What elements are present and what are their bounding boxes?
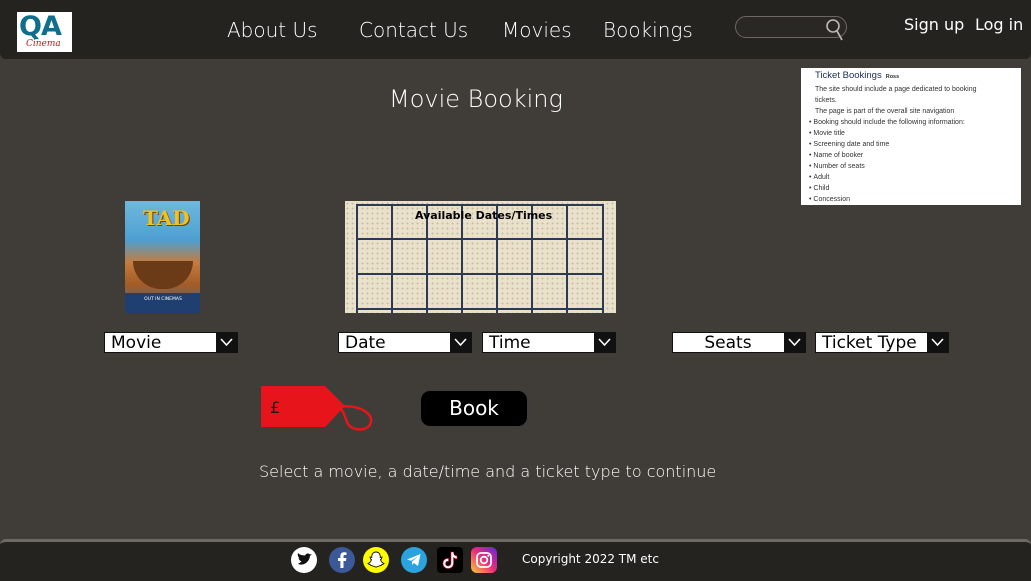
- note-bullet: • Movie title: [809, 130, 845, 137]
- qa-cinema-logo[interactable]: QA Cinema: [17, 11, 72, 52]
- seats-select[interactable]: Seats: [672, 332, 806, 353]
- note-bullet: • Name of booker: [809, 152, 864, 159]
- snapchat-icon[interactable]: [363, 547, 389, 573]
- price-display: £: [270, 398, 281, 417]
- poster-band: [125, 293, 200, 313]
- search-icon[interactable]: [824, 18, 844, 42]
- note-heading: Ticket Bookings Ross: [815, 70, 900, 81]
- ticket-type-select[interactable]: Ticket Type: [815, 332, 949, 353]
- footer-bar: [0, 539, 1031, 581]
- poster-caption: OUT IN CINEMAS: [144, 297, 182, 302]
- sign-up-link[interactable]: Sign up: [904, 15, 964, 34]
- movie-poster[interactable]: TAD OUT IN CINEMAS: [125, 201, 200, 313]
- facebook-icon[interactable]: [329, 547, 355, 573]
- telegram-icon[interactable]: [401, 547, 427, 573]
- page-title: Movie Booking: [389, 85, 563, 113]
- poster-title: TAD: [143, 206, 190, 230]
- nav-bookings[interactable]: Bookings: [603, 18, 693, 42]
- chevron-down-icon[interactable]: [784, 333, 805, 352]
- note-line: tickets.: [815, 97, 837, 104]
- chevron-down-icon[interactable]: [216, 333, 237, 352]
- logo-subtext: Cinema: [26, 39, 61, 49]
- available-dates-calendar[interactable]: Available Dates/Times: [345, 201, 616, 313]
- date-select[interactable]: Date: [338, 332, 472, 353]
- book-button[interactable]: Book: [421, 391, 527, 426]
- note-bullet: • Screening date and time: [809, 141, 890, 148]
- logo-text: QA: [19, 11, 62, 42]
- log-in-link[interactable]: Log in: [975, 15, 1023, 34]
- time-select-value: Time: [489, 333, 531, 353]
- note-bullet: • Adult: [809, 174, 830, 181]
- note-author: Ross: [885, 74, 900, 80]
- instagram-icon[interactable]: [471, 547, 497, 573]
- date-select-value: Date: [345, 333, 386, 353]
- requirements-note-image: Ticket Bookings Ross The site should incl…: [801, 68, 1021, 205]
- instructions-text: Select a movie, a date/time and a ticket…: [259, 462, 717, 481]
- dates-panel-title: Available Dates/Times: [415, 209, 553, 222]
- chevron-down-icon[interactable]: [594, 333, 615, 352]
- note-bullet: • Booking should include the following i…: [809, 119, 965, 126]
- note-line: The site should include a page dedicated…: [815, 86, 977, 93]
- twitter-icon[interactable]: [291, 547, 317, 573]
- movie-select[interactable]: Movie: [104, 332, 238, 353]
- note-bullet: • Number of seats: [809, 163, 865, 170]
- nav-contact-us[interactable]: Contact Us: [359, 18, 468, 42]
- copyright-text: Copyright 2022 TM etc: [522, 552, 659, 566]
- tiktok-icon[interactable]: [437, 547, 463, 573]
- time-select[interactable]: Time: [482, 332, 616, 353]
- movie-select-value: Movie: [111, 333, 162, 353]
- chevron-down-icon[interactable]: [450, 333, 471, 352]
- note-line: The page is part of the overall site nav…: [815, 108, 955, 115]
- chevron-down-icon[interactable]: [927, 333, 948, 352]
- poster-boat-illustration: [133, 261, 193, 289]
- ticket-type-select-value: Ticket Type: [822, 333, 917, 353]
- note-bullet: • Concession: [809, 196, 850, 203]
- nav-movies[interactable]: Movies: [502, 18, 572, 42]
- seats-select-value: Seats: [704, 333, 752, 353]
- nav-about-us[interactable]: About Us: [227, 18, 318, 42]
- note-bullet: • Child: [809, 185, 830, 192]
